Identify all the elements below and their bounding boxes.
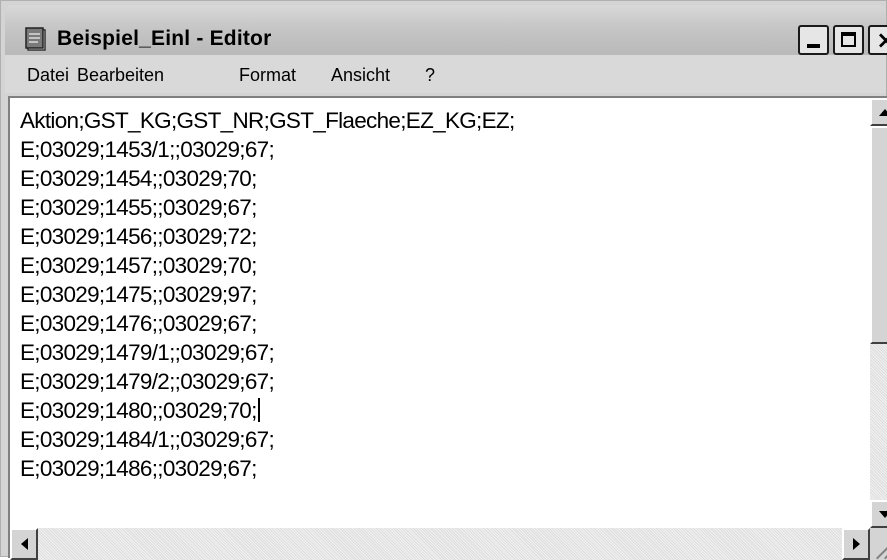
- menu-datei[interactable]: Datei: [27, 65, 69, 86]
- text-caret: [257, 398, 260, 422]
- text-line: E;03029;1484/1;;03029;67;: [20, 427, 275, 452]
- text-editor[interactable]: Aktion;GST_KG;GST_NR;GST_Flaeche;EZ_KG;E…: [8, 96, 887, 560]
- vertical-scroll-thumb[interactable]: [870, 126, 887, 344]
- close-button[interactable]: ×: [868, 25, 887, 55]
- menu-help[interactable]: ?: [425, 65, 435, 86]
- text-line: E;03029;1475;;03029;97;: [20, 282, 257, 307]
- text-line: E;03029;1480;;03029;70;: [20, 398, 257, 423]
- text-line: E;03029;1456;;03029;72;: [20, 224, 257, 249]
- maximize-button[interactable]: [833, 25, 864, 55]
- arrow-right-icon: [853, 538, 860, 550]
- resize-grip-icon[interactable]: [870, 528, 887, 560]
- minimize-button[interactable]: [798, 25, 829, 55]
- menu-bearbeiten[interactable]: Bearbeiten: [77, 65, 164, 86]
- horizontal-scrollbar[interactable]: [10, 528, 870, 560]
- text-line: E;03029;1476;;03029;67;: [20, 311, 257, 336]
- text-line: E;03029;1454;;03029;70;: [20, 166, 257, 191]
- editor-text-area[interactable]: Aktion;GST_KG;GST_NR;GST_Flaeche;EZ_KG;E…: [20, 106, 860, 518]
- maximize-icon: [841, 32, 856, 47]
- text-line: E;03029;1486;;03029;67;: [20, 456, 257, 481]
- arrow-left-icon: [21, 538, 28, 550]
- window-title: Beispiel_Einl - Editor: [57, 27, 272, 50]
- close-icon: ×: [876, 26, 887, 54]
- text-line: E;03029;1455;;03029;67;: [20, 195, 257, 220]
- vertical-scrollbar[interactable]: [870, 98, 887, 528]
- scroll-up-button[interactable]: [870, 98, 887, 126]
- scroll-right-button[interactable]: [842, 528, 870, 560]
- text-line: E;03029;1453/1;;03029;67;: [20, 137, 275, 162]
- notepad-app-icon: [25, 27, 46, 51]
- text-line: Aktion;GST_KG;GST_NR;GST_Flaeche;EZ_KG;E…: [20, 108, 515, 133]
- title-bar[interactable]: Beispiel_Einl - Editor ×: [5, 5, 887, 55]
- notepad-window: Beispiel_Einl - Editor × Datei Bearbeite…: [0, 0, 887, 560]
- text-line-with-caret: E;03029;1480;;03029;70;: [20, 396, 860, 425]
- text-line: E;03029;1479/2;;03029;67;: [20, 369, 275, 394]
- scroll-down-button[interactable]: [870, 500, 887, 528]
- menu-format[interactable]: Format: [239, 65, 296, 86]
- text-line: E;03029;1479/1;;03029;67;: [20, 340, 275, 365]
- scroll-left-button[interactable]: [10, 528, 38, 560]
- minimize-icon: [807, 44, 820, 48]
- arrow-up-icon: [879, 109, 887, 116]
- menu-bar: Datei Bearbeiten Format Ansicht ?: [5, 55, 886, 93]
- menu-ansicht[interactable]: Ansicht: [331, 65, 390, 86]
- arrow-down-icon: [879, 511, 887, 518]
- text-line: E;03029;1457;;03029;70;: [20, 253, 257, 278]
